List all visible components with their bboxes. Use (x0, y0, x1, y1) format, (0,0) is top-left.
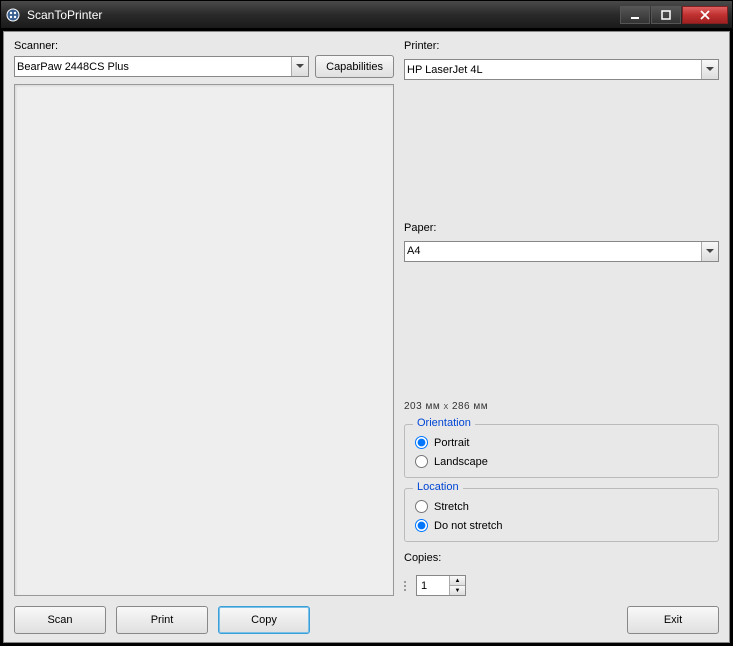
copies-up-button[interactable]: ▲ (450, 576, 465, 586)
minimize-button[interactable] (620, 6, 650, 24)
grip-icon (404, 581, 408, 591)
window-title: ScanToPrinter (27, 8, 619, 22)
scan-preview (14, 84, 394, 596)
maximize-button[interactable] (651, 6, 681, 24)
orientation-legend: Orientation (413, 417, 475, 429)
location-stretch-label: Stretch (434, 501, 469, 513)
capabilities-button[interactable]: Capabilities (315, 55, 394, 78)
copies-label: Copies: (404, 552, 719, 564)
window-controls (619, 6, 728, 24)
footer-buttons: Scan Print Copy Exit (14, 602, 719, 634)
location-group: Location Stretch Do not stretch (404, 488, 719, 542)
copy-button[interactable]: Copy (218, 606, 310, 634)
app-icon (5, 7, 21, 23)
orientation-landscape-radio[interactable] (415, 455, 428, 468)
content-area: Scanner: BearPaw 2448CS Plus Capabilitie… (3, 31, 730, 643)
paper-label: Paper: (404, 222, 719, 234)
orientation-portrait-radio[interactable] (415, 436, 428, 449)
location-nostretch-radio[interactable] (415, 519, 428, 532)
location-nostretch-row[interactable]: Do not stretch (415, 516, 708, 535)
location-nostretch-label: Do not stretch (434, 520, 502, 532)
orientation-group: Orientation Portrait Landscape (404, 424, 719, 478)
paper-select[interactable]: A4 (404, 241, 719, 262)
printer-label: Printer: (404, 40, 719, 52)
app-window: ScanToPrinter Scanner: BearPaw 2448CS Pl… (0, 0, 733, 646)
main-columns: Scanner: BearPaw 2448CS Plus Capabilitie… (14, 40, 719, 596)
orientation-portrait-label: Portrait (434, 437, 469, 449)
exit-button[interactable]: Exit (627, 606, 719, 634)
close-button[interactable] (682, 6, 728, 24)
titlebar: ScanToPrinter (1, 1, 732, 29)
scan-button[interactable]: Scan (14, 606, 106, 634)
orientation-landscape-row[interactable]: Landscape (415, 452, 708, 471)
printer-panel: Printer: HP LaserJet 4L Paper: A4 203 ᴍᴍ… (404, 40, 719, 596)
copies-input[interactable] (417, 576, 449, 595)
location-stretch-radio[interactable] (415, 500, 428, 513)
scanner-label: Scanner: (14, 40, 394, 52)
printer-select[interactable]: HP LaserJet 4L (404, 59, 719, 80)
copies-stepper[interactable]: ▲ ▼ (416, 575, 466, 596)
location-stretch-row[interactable]: Stretch (415, 497, 708, 516)
scanner-panel: Scanner: BearPaw 2448CS Plus Capabilitie… (14, 40, 394, 596)
orientation-portrait-row[interactable]: Portrait (415, 433, 708, 452)
paper-dimensions: 203 ᴍᴍ x 286 ᴍᴍ (404, 399, 719, 414)
copies-down-button[interactable]: ▼ (450, 586, 465, 595)
scanner-select[interactable]: BearPaw 2448CS Plus (14, 56, 309, 77)
orientation-landscape-label: Landscape (434, 456, 488, 468)
print-button[interactable]: Print (116, 606, 208, 634)
location-legend: Location (413, 481, 463, 493)
